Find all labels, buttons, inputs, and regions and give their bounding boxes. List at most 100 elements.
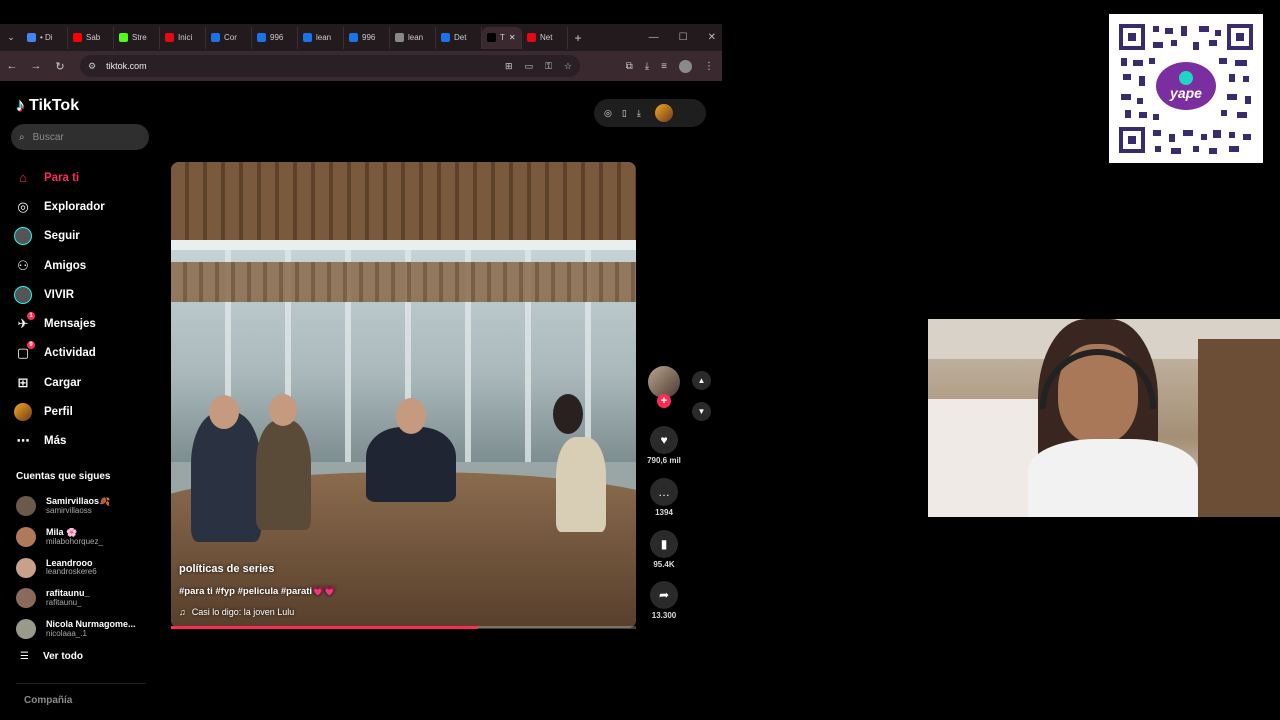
search-placeholder: Buscar <box>32 131 64 143</box>
video-music[interactable]: ♫ Casi lo digo: la joven Lulu <box>179 607 294 617</box>
avatar <box>16 496 36 517</box>
tab-label: lean <box>408 33 424 42</box>
sidebar-item-perfil[interactable]: Perfil <box>14 397 154 426</box>
share-arrow-icon[interactable]: ➦ <box>650 581 678 610</box>
notification-badge: 1 <box>27 312 35 321</box>
browser-tab[interactable]: Det <box>436 26 482 49</box>
coins-icon[interactable]: ◎ <box>604 108 612 119</box>
minimize-icon[interactable]: — <box>649 32 659 43</box>
following-account[interactable]: Samirvillaos🍂 samirvillaoss <box>16 491 151 522</box>
qr-code-graphic: yape <box>1119 24 1253 154</box>
menu-dots-icon[interactable]: ⋮ <box>704 61 714 72</box>
follow-plus-icon[interactable]: + <box>657 394 671 408</box>
tab-favicon-icon <box>165 33 174 42</box>
video-head-3 <box>396 398 426 434</box>
previous-video-chevron-up-icon[interactable]: ▲ <box>692 371 711 390</box>
account-username: nicolaaa_.1 <box>46 628 87 638</box>
bookmark-star-icon[interactable]: ☆ <box>564 61 572 72</box>
translate-icon[interactable]: ⊞ <box>505 61 513 72</box>
download-app-icon[interactable]: ⤓ <box>637 108 641 119</box>
new-tab-icon[interactable]: + <box>568 31 588 45</box>
sidebar-nav: ⌂ Para ti ◎ Explorador Seguir ⚇ Amigos VIVIR ✈ 1 M… <box>14 163 154 456</box>
browser-window: ⌄ • Di Sab Stre Inici Cor 996 lean 996 lean Det T ✕… <box>0 24 722 81</box>
password-key-icon[interactable]: ⚿ <box>545 61 552 72</box>
tab-label: lean <box>316 33 332 42</box>
browser-tab[interactable]: Stre <box>114 26 160 49</box>
reading-list-icon[interactable]: ≡ <box>661 61 667 72</box>
tiktok-app: ♪ TikTok ⌕ Buscar ⌂ Para ti ◎ Explorador Seg… <box>0 81 722 720</box>
avatar <box>16 527 36 548</box>
comment-icon[interactable]: … <box>650 477 678 506</box>
tab-close-icon[interactable]: ✕ <box>509 33 516 42</box>
extensions-icon[interactable]: ⧉ <box>626 61 633 72</box>
site-info-icon[interactable]: ⚙ <box>88 61 96 72</box>
browser-tab[interactable]: T ✕ <box>482 26 522 49</box>
video-player[interactable] <box>171 162 636 628</box>
friends-icon: ⚇ <box>17 257 29 273</box>
sidebar-item-explorador[interactable]: ◎ Explorador <box>14 192 154 221</box>
avatar <box>16 619 36 640</box>
video-ceiling-back <box>171 262 636 302</box>
sidebar-item-vivir[interactable]: VIVIR <box>14 280 154 309</box>
tab-label: Inici <box>178 33 193 42</box>
close-window-icon[interactable]: ✕ <box>708 32 716 43</box>
device-icon[interactable]: ▯ <box>622 108 627 119</box>
video-title[interactable]: políticas de series <box>179 563 274 575</box>
list-icon: ☰ <box>20 651 29 662</box>
video-hashtags[interactable]: #para ti #fyp #pelicula #parati💗💗 <box>179 586 336 597</box>
browser-tab[interactable]: Net <box>522 26 568 49</box>
tiktok-note-icon: ♪ <box>16 95 25 115</box>
browser-tab[interactable]: Cor <box>206 26 252 49</box>
tab-label: Net <box>540 33 553 42</box>
browser-tab[interactable]: 996 <box>252 26 298 49</box>
reload-icon[interactable]: ↻ <box>48 60 72 73</box>
following-account[interactable]: Leandrooo leandroskere6 <box>16 552 151 583</box>
ring-avatar <box>14 227 32 246</box>
sidebar-item-actividad[interactable]: ▢ 9 Actividad <box>14 339 154 368</box>
tab-strip: • Di Sab Stre Inici Cor 996 lean 996 lean Det T ✕ Ne… <box>22 26 568 49</box>
webcam-shirt <box>1028 439 1198 517</box>
sidebar-item-cargar[interactable]: ⊞ Cargar <box>14 368 154 397</box>
see-all-button[interactable]: ☰ Ver todo <box>20 651 83 662</box>
profile-avatar[interactable] <box>679 59 692 73</box>
browser-tab[interactable]: Sab <box>68 26 114 49</box>
tab-search-icon[interactable]: ⌄ <box>0 24 22 51</box>
activity-icon: ▢ 9 <box>14 341 35 362</box>
notification-badge: 9 <box>27 341 35 350</box>
following-account[interactable]: Mila 🌸 milabohorquez_ <box>16 522 151 553</box>
like-heart-icon[interactable]: ♥ <box>650 426 678 454</box>
share-count: 13.300 <box>651 611 677 621</box>
upload-icon: ⊞ <box>17 374 29 390</box>
browser-tab[interactable]: 996 <box>344 26 390 49</box>
video-progress-bar[interactable] <box>171 626 636 629</box>
browser-tab[interactable]: Inici <box>160 26 206 49</box>
see-all-label: Ver todo <box>42 651 83 662</box>
video-beam <box>171 240 636 250</box>
sidebar-item-mensajes[interactable]: ✈ 1 Mensajes <box>14 309 154 338</box>
following-account[interactable]: Nicola Nurmagome... nicolaaa_.1 <box>16 614 151 645</box>
following-account[interactable]: rafitaunu_ rafitaunu_ <box>16 583 151 614</box>
tiktok-logo[interactable]: ♪ TikTok <box>16 95 79 116</box>
forward-icon[interactable]: → <box>24 60 48 72</box>
user-avatar[interactable] <box>654 104 673 122</box>
browser-tab[interactable]: lean <box>298 26 344 49</box>
browser-tab[interactable]: lean <box>390 26 436 49</box>
bookmark-icon[interactable]: ▮ <box>650 529 678 558</box>
back-icon[interactable]: ← <box>0 60 24 72</box>
cast-icon[interactable]: ▭ <box>525 61 534 72</box>
download-icon[interactable]: ⤓ <box>645 61 649 72</box>
sidebar-item-seguir[interactable]: Seguir <box>14 222 154 251</box>
browser-tab[interactable]: • Di <box>22 26 68 49</box>
maximize-icon[interactable]: ☐ <box>679 32 688 43</box>
address-bar[interactable]: ⚙ tiktok.com ⊞ ▭ ⚿ ☆ <box>80 55 580 77</box>
avatar <box>16 557 36 578</box>
account-username: samirvillaoss <box>46 505 92 515</box>
sidebar-item-m-s[interactable]: ⋯ Más <box>14 427 154 456</box>
sidebar-item-amigos[interactable]: ⚇ Amigos <box>14 251 154 280</box>
search-input[interactable]: ⌕ Buscar <box>11 124 149 150</box>
tab-favicon-icon <box>211 33 220 42</box>
next-video-chevron-down-icon[interactable]: ▼ <box>692 402 711 421</box>
sidebar-item-para-ti[interactable]: ⌂ Para ti <box>14 163 154 192</box>
company-link[interactable]: Compañía <box>24 695 72 706</box>
account-username: leandroskere6 <box>46 567 97 577</box>
